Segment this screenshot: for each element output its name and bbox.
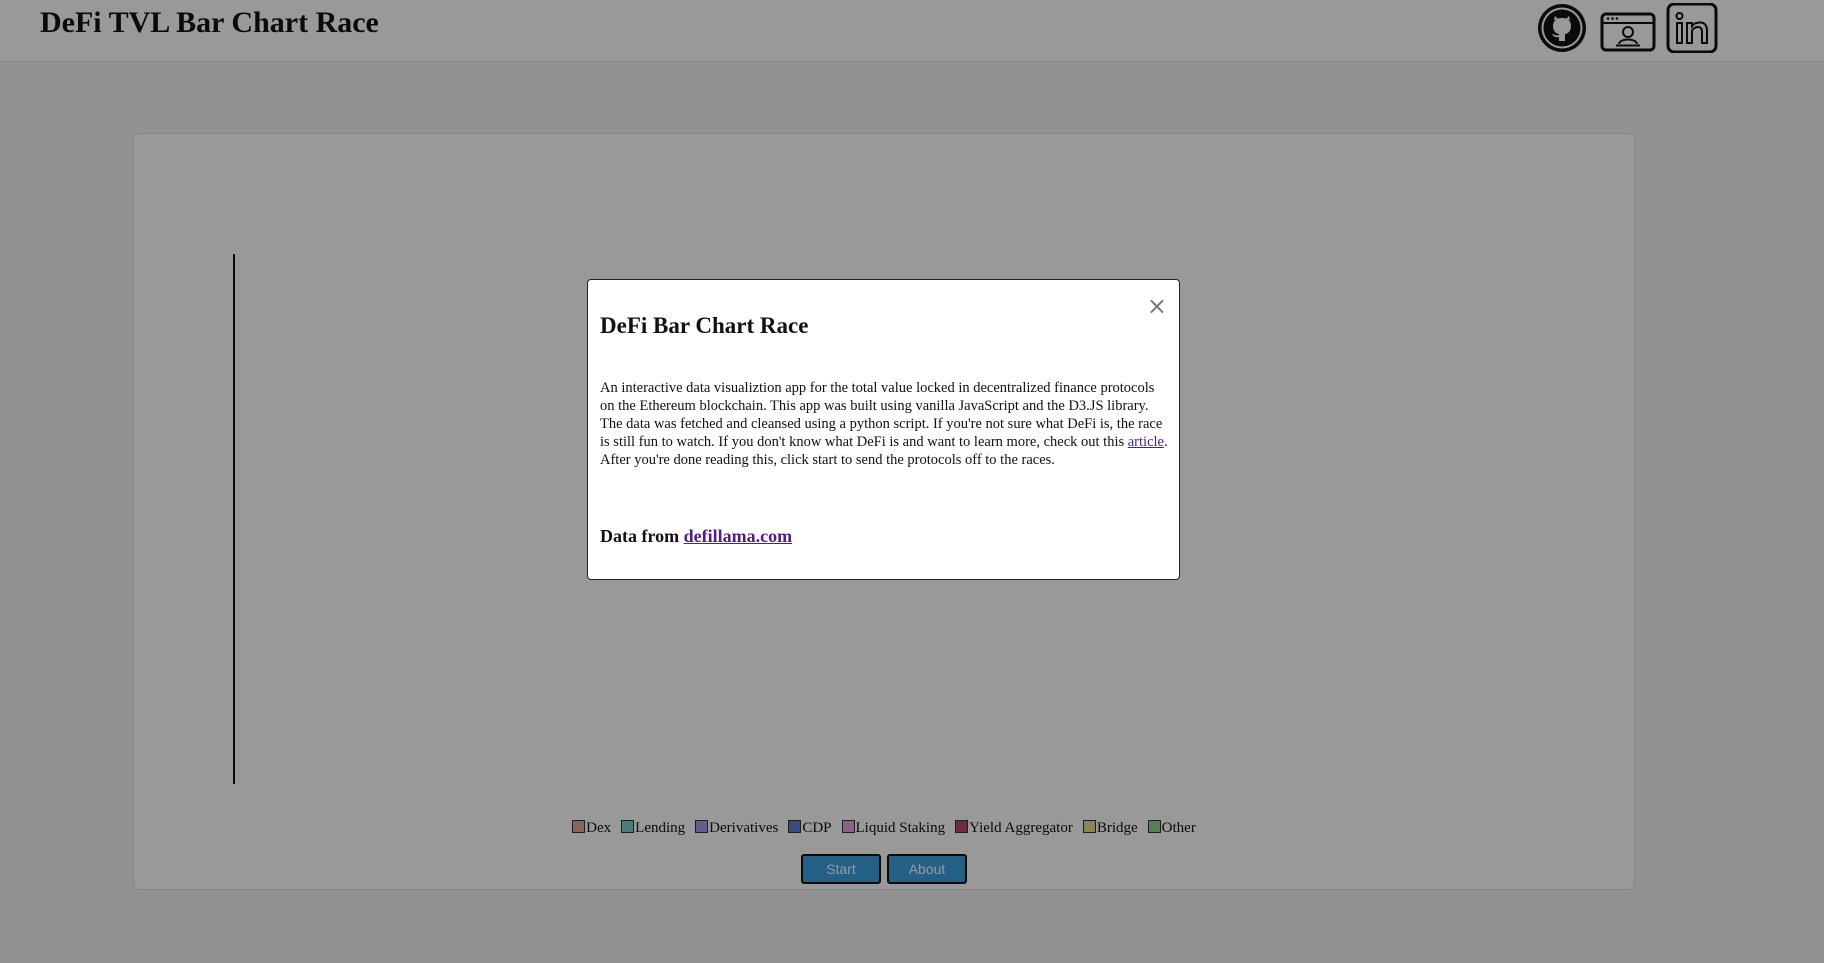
close-icon[interactable]: × [1147, 294, 1167, 318]
article-link[interactable]: article [1128, 434, 1164, 450]
modal-description: An interactive data visualiztion app for… [600, 379, 1172, 469]
about-modal: × DeFi Bar Chart Race An interactive dat… [587, 279, 1180, 580]
data-source-prefix: Data from [600, 526, 684, 546]
modal-title: DeFi Bar Chart Race [600, 313, 809, 338]
data-source: Data from defillama.com [600, 526, 792, 547]
modal-description-text: An interactive data visualiztion app for… [600, 380, 1163, 450]
defillama-link[interactable]: defillama.com [684, 526, 792, 546]
